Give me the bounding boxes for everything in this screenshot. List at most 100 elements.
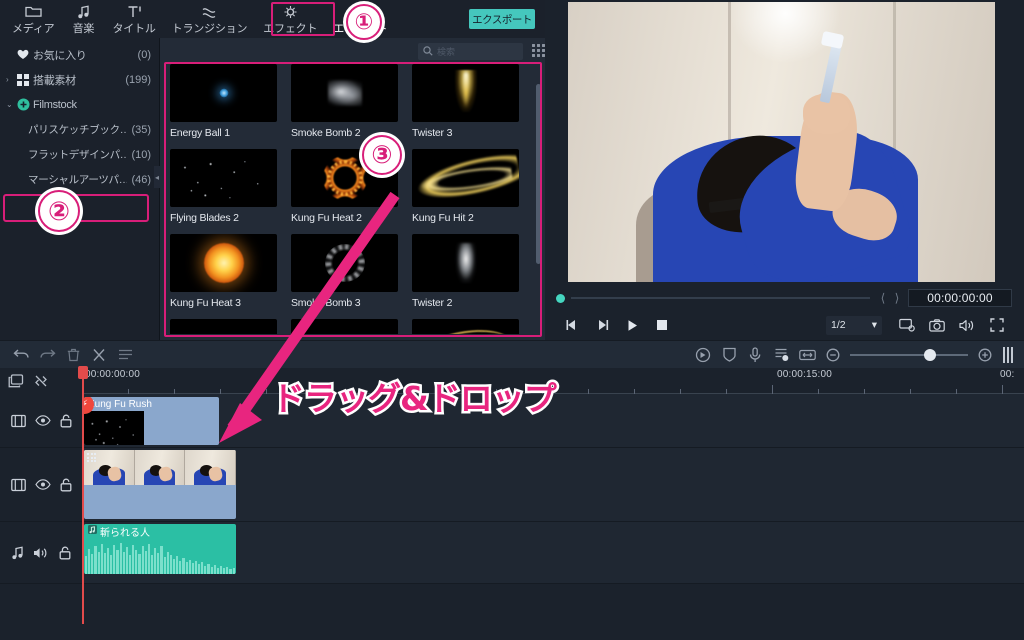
undo-icon[interactable] [8, 342, 34, 368]
clip-main-video[interactable] [84, 450, 236, 519]
seek-handle[interactable] [556, 293, 565, 303]
tab-title[interactable]: タイトル [104, 0, 163, 38]
element-card-smoke-bomb-3[interactable]: Smoke Bomb 3 [291, 234, 398, 309]
track-video-2[interactable] [0, 448, 1024, 522]
add-track-icon[interactable] [8, 374, 24, 388]
element-card-smoke-bomb-2[interactable]: Smoke Bomb 2 [291, 64, 398, 139]
track-head-video-2 [0, 448, 82, 521]
export-button[interactable]: エクスポート [469, 9, 535, 29]
sidebar-item-martialarts-label: マーシャルアーツパ… [28, 174, 128, 186]
audio-note-icon [88, 525, 97, 537]
fit-icon[interactable] [794, 342, 820, 368]
sidebar-item-builtin-count: (199) [125, 73, 151, 86]
eye-icon[interactable] [34, 479, 51, 490]
redo-icon[interactable] [34, 342, 60, 368]
clip-thumbnail [84, 411, 144, 445]
clip-grip-icon[interactable] [87, 453, 98, 464]
play-button[interactable] [617, 314, 647, 336]
sidebar-item-sketchbook-label: パリスケッチブック… [28, 124, 128, 136]
preview-zoom-select[interactable]: 1/2 ▾ [826, 315, 882, 335]
element-thumbnail [170, 319, 277, 334]
film-icon[interactable] [10, 414, 26, 428]
eye-icon[interactable] [34, 415, 51, 426]
element-card-energy-ball-1[interactable]: Energy Ball 1 [170, 64, 277, 139]
element-browser: 検索 Energy Ball 1 Smoke Bomb 2 Twister 3 [160, 38, 545, 340]
sidebar-item-favorites[interactable]: お気に入り (0) [0, 42, 159, 67]
music-icon[interactable] [11, 546, 24, 560]
element-card-flying-blades-2[interactable]: Flying Blades 2 [170, 149, 277, 224]
marker-icon[interactable] [998, 346, 1018, 363]
track-head-audio-1 [0, 522, 82, 583]
stop-button[interactable] [647, 314, 677, 336]
lock-icon[interactable] [60, 414, 72, 428]
element-thumbnail [291, 64, 398, 122]
zoom-slider-knob[interactable] [924, 348, 936, 361]
element-card-kung-fu-hit-2[interactable]: Kung Fu Hit 2 [412, 149, 519, 224]
tab-effects[interactable]: エフェクト [255, 0, 325, 38]
settings-icon[interactable] [112, 342, 138, 368]
audio-waveform [84, 542, 236, 574]
zoom-out-icon[interactable] [820, 342, 846, 368]
film-icon[interactable] [10, 478, 26, 492]
screen-settings-icon[interactable] [892, 314, 922, 336]
timeline-zoom-slider[interactable] [850, 348, 968, 362]
volume-icon[interactable] [952, 314, 982, 336]
playhead[interactable] [78, 366, 88, 624]
tab-music[interactable]: 音楽 [62, 0, 104, 38]
chevron-down-icon[interactable]: ⌄ [6, 100, 17, 109]
annotation-marker-3-label: ③ [362, 135, 402, 175]
tab-title-label: タイトル [112, 23, 156, 35]
preview-zoom-value: 1/2 [831, 319, 846, 331]
fullscreen-icon[interactable] [982, 314, 1012, 336]
tab-media[interactable]: メディア [4, 0, 62, 38]
element-thumbnail [412, 319, 519, 334]
sidebar-item-flatdesign[interactable]: フラットデザインパ… (10) [0, 142, 159, 167]
search-input[interactable]: 検索 [418, 43, 523, 60]
voiceover-icon[interactable] [742, 342, 768, 368]
zoom-in-icon[interactable] [972, 342, 998, 368]
element-label: Flying Blades 2 [170, 212, 239, 224]
element-card-partial-3[interactable] [412, 319, 519, 334]
element-grid-scroll[interactable]: Energy Ball 1 Smoke Bomb 2 Twister 3 Fly… [170, 64, 520, 334]
speaker-icon[interactable] [33, 547, 49, 559]
tab-transition[interactable]: トランジション [164, 0, 256, 38]
annotation-marker-2-label: ② [38, 190, 80, 232]
sidebar-item-builtin[interactable]: › 搭載素材 (199) [0, 67, 159, 92]
timeline-tracks: ⚡ Kung Fu Rush 斬られる人 [0, 394, 1024, 640]
track-audio-1[interactable]: 斬られる人 [0, 522, 1024, 584]
browser-scrollbar[interactable] [536, 84, 541, 264]
mask-icon[interactable] [716, 342, 742, 368]
element-grid: Energy Ball 1 Smoke Bomb 2 Twister 3 Fly… [170, 64, 520, 334]
seek-track[interactable] [571, 297, 870, 299]
element-thumbnail [291, 319, 398, 334]
snapshot-icon[interactable] [922, 314, 952, 336]
tab-list: メディア 音楽 タイトル トランジション エフェクト [0, 0, 395, 38]
clip-kung-fu-rush[interactable]: ⚡ Kung Fu Rush [84, 397, 219, 445]
lock-icon[interactable] [59, 546, 71, 560]
speed-icon[interactable] [690, 342, 716, 368]
next-frame-button[interactable] [587, 314, 617, 336]
prev-frame-button[interactable] [557, 314, 587, 336]
unlink-icon[interactable] [34, 374, 48, 388]
annotation-marker-3: ③ [362, 135, 402, 175]
element-thumbnail [170, 64, 277, 122]
split-icon[interactable] [86, 342, 112, 368]
sidebar-item-sketchbook[interactable]: パリスケッチブック… (35) [0, 117, 159, 142]
sidebar-item-martialarts[interactable]: マーシャルアーツパ… (46) [0, 167, 159, 192]
element-card-partial-2[interactable] [291, 319, 398, 334]
sidebar-item-filmstock[interactable]: ⌄ Filmstock [0, 92, 159, 117]
preview-video-stage[interactable] [568, 2, 995, 282]
mark-in-button[interactable]: ⟨ [876, 291, 890, 305]
element-card-twister-3[interactable]: Twister 3 [412, 64, 519, 139]
clip-audio-kirareru-hito[interactable]: 斬られる人 [84, 524, 236, 574]
element-card-kung-fu-heat-3[interactable]: Kung Fu Heat 3 [170, 234, 277, 309]
element-card-partial-1[interactable] [170, 319, 277, 334]
lock-icon[interactable] [60, 478, 72, 492]
chevron-right-icon[interactable]: › [6, 75, 17, 84]
mark-out-button[interactable]: ⟩ [890, 291, 904, 305]
delete-icon[interactable] [60, 342, 86, 368]
grid-icon [17, 73, 33, 86]
preview-timecode[interactable]: 00:00:00:00 [908, 289, 1012, 307]
element-card-twister-2[interactable]: Twister 2 [412, 234, 519, 309]
auto-edit-icon[interactable] [768, 342, 794, 368]
